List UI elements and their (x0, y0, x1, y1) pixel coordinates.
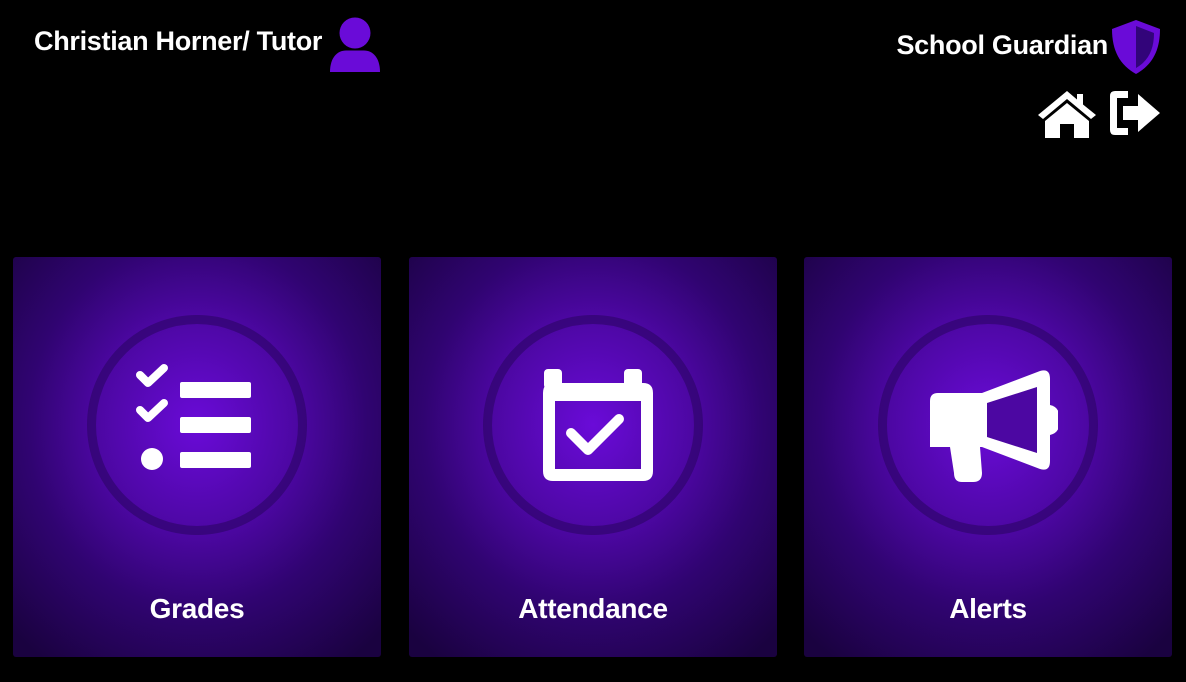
user-name: Christian Horner/ Tutor (34, 26, 323, 56)
calendar-check-icon (543, 369, 653, 481)
dashboard-tiles: Grades Attendance Alerts (13, 257, 1173, 657)
app-brand: School Guardian (896, 18, 1164, 76)
user-icon (330, 17, 381, 72)
megaphone-icon (930, 370, 1058, 482)
grades-tile[interactable]: Grades (13, 257, 381, 657)
checklist-icon (136, 364, 251, 470)
shield-icon (1112, 20, 1160, 74)
app-title: School Guardian (896, 30, 1108, 60)
home-icon[interactable] (1034, 86, 1100, 140)
sign-out-icon[interactable] (1106, 86, 1164, 140)
alerts-label: Alerts (949, 593, 1027, 624)
attendance-tile[interactable]: Attendance (409, 257, 777, 657)
attendance-label: Attendance (518, 593, 668, 624)
alerts-tile[interactable]: Alerts (804, 257, 1172, 657)
grades-label: Grades (149, 593, 245, 624)
user-header: Christian Horner/ Tutor (34, 16, 384, 74)
nav-actions (1034, 86, 1164, 140)
